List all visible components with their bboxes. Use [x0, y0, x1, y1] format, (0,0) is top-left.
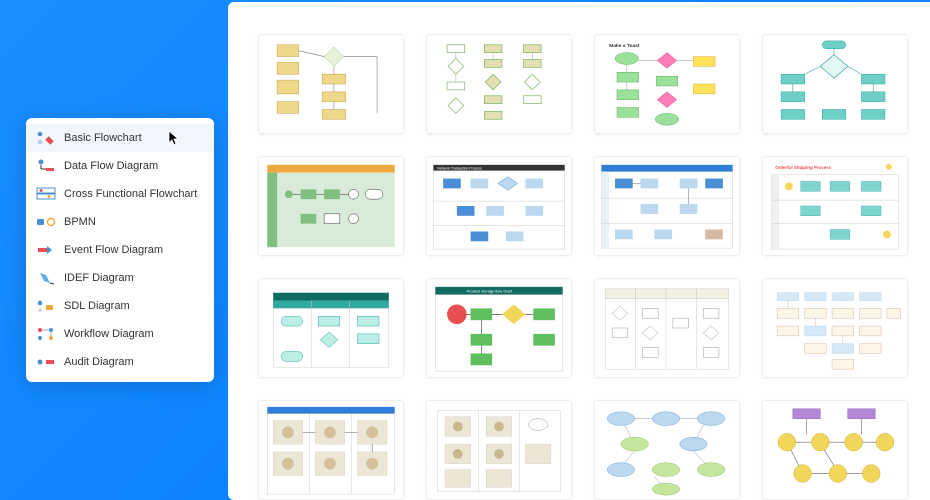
sidebar-item-cross-functional[interactable]: Cross Functional Flowchart: [26, 180, 214, 208]
sidebar-item-label: SDL Diagram: [64, 300, 204, 312]
data-flow-icon: [36, 159, 56, 173]
event-flow-icon: [36, 243, 56, 257]
template-card-14[interactable]: [426, 400, 572, 500]
sidebar-item-label: Cross Functional Flowchart: [64, 188, 204, 200]
template-gallery: Make a Toast: [228, 2, 930, 500]
template-card-08[interactable]: Orderful Shipping Process: [762, 156, 908, 256]
template-card-15[interactable]: [594, 400, 740, 500]
sidebar-item-label: IDEF Diagram: [64, 272, 204, 284]
sidebar-item-label: BPMN: [64, 216, 204, 228]
template-title: Make a Toast: [609, 43, 640, 49]
sidebar-item-bpmn[interactable]: BPMN: [26, 208, 214, 236]
workflow-icon: [36, 327, 56, 341]
sidebar-item-label: Basic Flowchart: [64, 132, 204, 144]
template-card-02[interactable]: [426, 34, 572, 134]
template-card-03[interactable]: Make a Toast: [594, 34, 740, 134]
template-card-05[interactable]: [258, 156, 404, 256]
template-title: Network Transaction Process: [437, 167, 482, 171]
bpmn-icon: [36, 215, 56, 229]
template-card-10[interactable]: Product storage flow chart: [426, 278, 572, 378]
template-card-16[interactable]: [762, 400, 908, 500]
basic-flowchart-icon: [36, 131, 56, 145]
sidebar-item-label: Workflow Diagram: [64, 328, 204, 340]
cursor-icon: [168, 130, 180, 146]
template-card-13[interactable]: [258, 400, 404, 500]
template-card-07[interactable]: [594, 156, 740, 256]
audit-icon: [36, 355, 56, 369]
sidebar-item-audit[interactable]: Audit Diagram: [26, 348, 214, 376]
template-title: Product storage flow chart: [467, 289, 513, 294]
sidebar-item-sdl[interactable]: SDL Diagram: [26, 292, 214, 320]
template-card-12[interactable]: [762, 278, 908, 378]
sidebar-item-label: Audit Diagram: [64, 356, 204, 368]
template-grid: Make a Toast: [258, 34, 910, 500]
sidebar-item-basic-flowchart[interactable]: Basic Flowchart: [26, 124, 214, 152]
sidebar-item-label: Data Flow Diagram: [64, 160, 204, 172]
template-card-04[interactable]: [762, 34, 908, 134]
template-card-01[interactable]: [258, 34, 404, 134]
template-card-09[interactable]: [258, 278, 404, 378]
idef-icon: [36, 271, 56, 285]
sidebar-item-event-flow[interactable]: Event Flow Diagram: [26, 236, 214, 264]
sidebar-item-workflow[interactable]: Workflow Diagram: [26, 320, 214, 348]
template-card-06[interactable]: Network Transaction Process: [426, 156, 572, 256]
sidebar-item-label: Event Flow Diagram: [64, 244, 204, 256]
sidebar-item-data-flow[interactable]: Data Flow Diagram: [26, 152, 214, 180]
template-card-11[interactable]: [594, 278, 740, 378]
template-title: Orderful Shipping Process: [775, 165, 831, 170]
cross-functional-icon: [36, 187, 56, 201]
sidebar-item-idef[interactable]: IDEF Diagram: [26, 264, 214, 292]
diagram-type-sidebar: Basic Flowchart Data Flow Diagram Cross …: [26, 118, 214, 382]
sdl-icon: [36, 299, 56, 313]
